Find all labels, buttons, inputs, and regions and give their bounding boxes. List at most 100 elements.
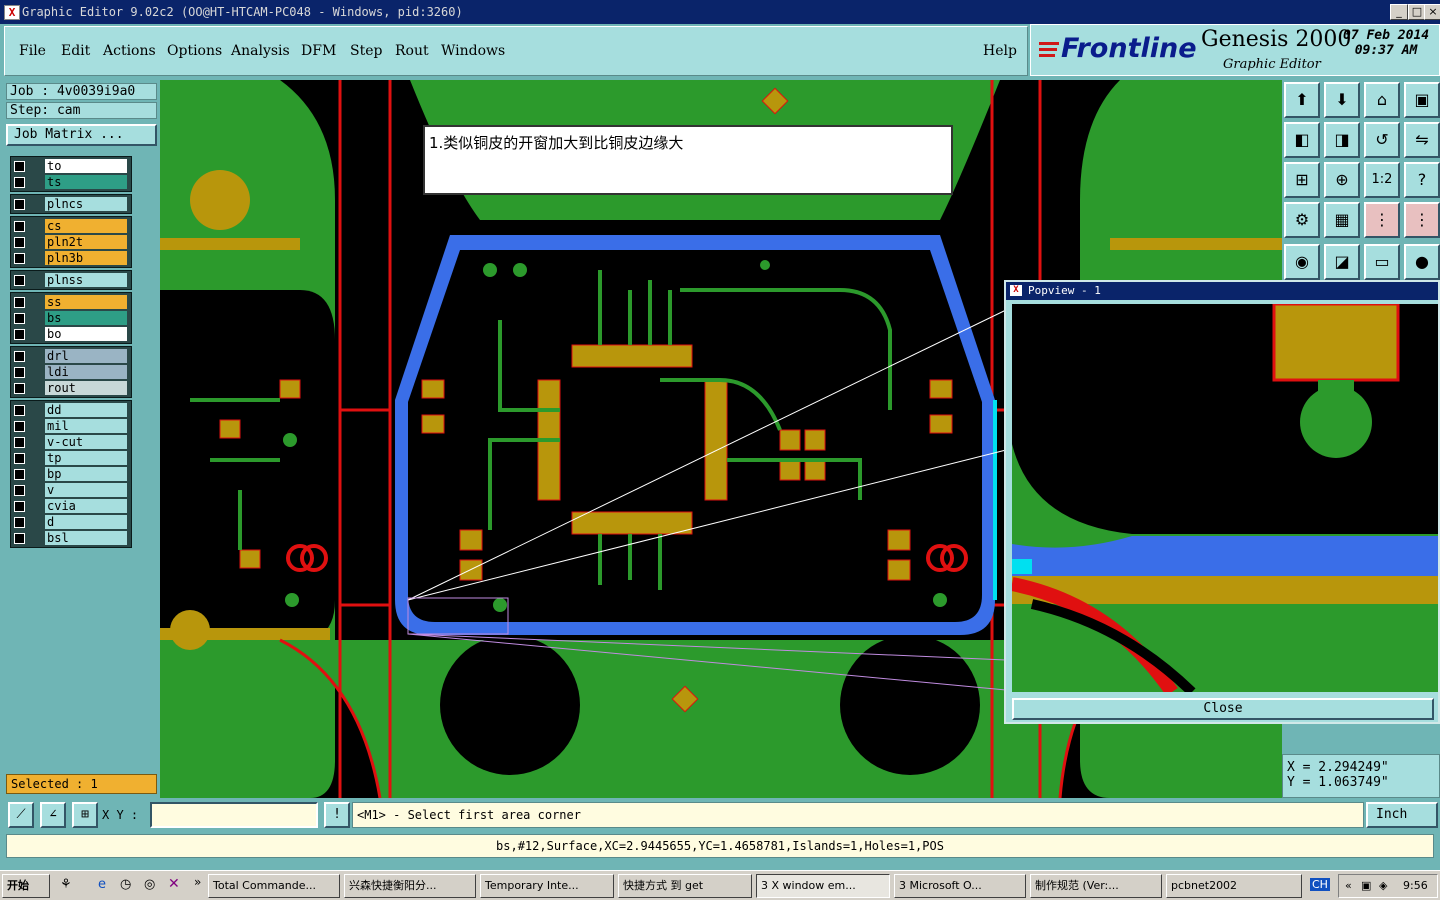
layer-checkbox[interactable] — [14, 329, 25, 340]
popview-window[interactable]: X Popview - 1 Close — [1004, 280, 1440, 724]
task-microsoft[interactable]: 3 Microsoft O... — [894, 874, 1026, 898]
popview-graphics[interactable] — [1012, 304, 1438, 692]
snap-icon[interactable]: ◉ — [1284, 244, 1320, 280]
scale-icon[interactable]: 1:2 — [1364, 162, 1400, 198]
layer-row[interactable]: bo — [11, 326, 131, 342]
menu-windows[interactable]: Windows — [441, 43, 505, 59]
layer-checkbox[interactable] — [14, 253, 25, 264]
popview-title-bar[interactable]: X Popview - 1 — [1006, 282, 1438, 300]
language-indicator[interactable]: CH — [1310, 878, 1330, 891]
layer-row[interactable]: ts — [11, 174, 131, 190]
settings-icon[interactable]: ⚙ — [1284, 202, 1320, 238]
layer-checkbox[interactable] — [14, 221, 25, 232]
task-xingsen[interactable]: 兴森快捷衡阳分... — [344, 874, 476, 898]
ie-icon[interactable]: ◎ — [144, 877, 155, 892]
layer-checkbox[interactable] — [14, 161, 25, 172]
x-app-icon[interactable]: ✕ — [168, 876, 180, 892]
layer-checkbox[interactable] — [14, 533, 25, 544]
popview-canvas[interactable] — [1012, 304, 1438, 692]
layer-name[interactable]: dd — [45, 403, 127, 417]
layer-name[interactable]: plnss — [45, 273, 127, 287]
layer-row[interactable]: mil — [11, 418, 131, 434]
pan-left-icon[interactable]: ◧ — [1284, 122, 1320, 158]
layer-checkbox[interactable] — [14, 469, 25, 480]
pan-right-icon[interactable]: ◨ — [1324, 122, 1360, 158]
layer-name[interactable]: plncs — [45, 197, 127, 211]
menu-options[interactable]: Options — [167, 43, 222, 59]
more-icon[interactable]: » — [194, 875, 201, 889]
menu-help[interactable]: Help — [983, 43, 1017, 59]
layer-checkbox[interactable] — [14, 421, 25, 432]
layer-name[interactable]: cs — [45, 219, 127, 233]
layer-name[interactable]: pln3b — [45, 251, 127, 265]
layer-row[interactable]: cs — [11, 218, 131, 234]
browser-icon[interactable]: e — [98, 877, 106, 892]
task-pcbnet[interactable]: pcbnet2002 — [1166, 874, 1302, 898]
minimize-button[interactable]: _ — [1390, 4, 1408, 20]
quicklaunch-icon[interactable]: ⚘ — [60, 877, 72, 892]
task-shortcut[interactable]: 快捷方式 到 get — [618, 874, 752, 898]
layer-checkbox[interactable] — [14, 405, 25, 416]
layer-checkbox[interactable] — [14, 237, 25, 248]
layer-name[interactable]: bsl — [45, 531, 127, 545]
task-temporary[interactable]: Temporary Inte... — [480, 874, 614, 898]
close-window-button[interactable]: × — [1424, 4, 1440, 20]
zoom-down-icon[interactable]: ⬇ — [1324, 82, 1360, 118]
grid-icon[interactable]: ▦ — [1324, 202, 1360, 238]
tray-expand-icon[interactable]: « — [1345, 875, 1352, 897]
layer-row[interactable]: d — [11, 514, 131, 530]
menu-actions[interactable]: Actions — [103, 43, 156, 59]
mirror-icon[interactable]: ⇋ — [1404, 122, 1440, 158]
layer-checkbox[interactable] — [14, 275, 25, 286]
layer-name[interactable]: cvia — [45, 499, 127, 513]
menu-file[interactable]: File — [19, 43, 46, 59]
measure-icon[interactable]: ◪ — [1324, 244, 1360, 280]
menu-rout[interactable]: Rout — [395, 43, 429, 59]
task-total-commander[interactable]: Total Commande... — [208, 874, 340, 898]
layer-row[interactable]: rout — [11, 380, 131, 396]
task-x-window[interactable]: 3 X window em... — [756, 874, 890, 898]
menu-dfm[interactable]: DFM — [301, 43, 336, 59]
menu-analysis[interactable]: Analysis — [231, 43, 290, 59]
layer-row[interactable]: cvia — [11, 498, 131, 514]
window-title-bar[interactable]: X Graphic Editor 9.02c2 (OO@HT-HTCAM-PC0… — [0, 0, 1440, 24]
layer-checkbox[interactable] — [14, 177, 25, 188]
layer-row[interactable]: v — [11, 482, 131, 498]
layer-row[interactable]: drl — [11, 348, 131, 364]
volume-icon[interactable]: ◈ — [1379, 875, 1387, 897]
layer-name[interactable]: rout — [45, 381, 127, 395]
layer-name[interactable]: bp — [45, 467, 127, 481]
layer-row[interactable]: pln3b — [11, 250, 131, 266]
task-spec[interactable]: 制作规范 (Ver:... — [1030, 874, 1162, 898]
layer-checkbox[interactable] — [14, 485, 25, 496]
layer-name[interactable]: bs — [45, 311, 127, 325]
layer-name[interactable]: to — [45, 159, 127, 173]
layer-checkbox[interactable] — [14, 517, 25, 528]
fit-icon[interactable]: ⊞ — [1284, 162, 1320, 198]
layer-name[interactable]: v-cut — [45, 435, 127, 449]
layer-name[interactable]: ts — [45, 175, 127, 189]
angle-mode-icon[interactable]: ∠ — [40, 802, 66, 828]
home-icon[interactable]: ⌂ — [1364, 82, 1400, 118]
layer-checkbox[interactable] — [14, 383, 25, 394]
help-query-icon[interactable]: ? — [1404, 162, 1440, 198]
layer-tool-2-icon[interactable]: ⋮ — [1404, 202, 1440, 238]
layer-name[interactable]: d — [45, 515, 127, 529]
layer-row[interactable]: tp — [11, 450, 131, 466]
popview-close-button[interactable]: Close — [1012, 698, 1434, 720]
layer-tool-icon[interactable]: ⋮ — [1364, 202, 1400, 238]
clock-app-icon[interactable]: ◷ — [120, 877, 131, 892]
menu-step[interactable]: Step — [350, 43, 382, 59]
layer-name[interactable]: v — [45, 483, 127, 497]
layer-checkbox[interactable] — [14, 199, 25, 210]
layer-name[interactable]: mil — [45, 419, 127, 433]
layer-name[interactable]: bo — [45, 327, 127, 341]
center-icon[interactable]: ⊕ — [1324, 162, 1360, 198]
layer-name[interactable]: tp — [45, 451, 127, 465]
layer-row[interactable]: pln2t — [11, 234, 131, 250]
dot-icon[interactable]: ● — [1404, 244, 1440, 280]
start-button[interactable]: 开始 — [2, 874, 50, 898]
xy-input[interactable] — [150, 802, 318, 828]
layer-name[interactable]: ldi — [45, 365, 127, 379]
layer-row[interactable]: bs — [11, 310, 131, 326]
